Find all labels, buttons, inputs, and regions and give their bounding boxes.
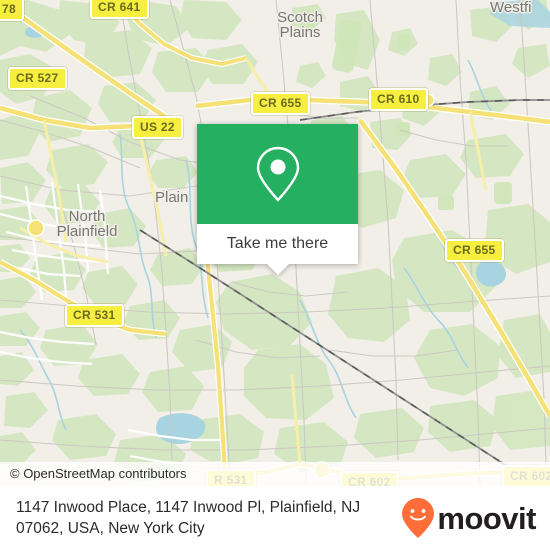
location-pin-icon (256, 146, 299, 202)
moovit-wordmark: moovit (437, 500, 536, 536)
route-shield-cr-527[interactable]: CR 527 (8, 67, 67, 90)
route-shield-cr-641[interactable]: CR 641 (90, 0, 149, 19)
address-text: 1147 Inwood Place, 1147 Inwood Pl, Plain… (16, 499, 361, 537)
popup-image-panel (197, 124, 358, 224)
popup-action-panel[interactable]: Take me there (197, 224, 358, 275)
map-canvas[interactable]: Scotch Plains Westfi North Plainfield Pl… (0, 0, 550, 486)
route-shield-cr-531-west[interactable]: CR 531 (65, 304, 124, 327)
osm-attribution[interactable]: © OpenStreetMap contributors (0, 462, 550, 486)
route-shield-us-22[interactable]: US 22 (132, 116, 183, 139)
take-me-there-label: Take me there (226, 235, 329, 252)
popup-pointer-tail (266, 264, 289, 275)
route-shield-78[interactable]: 78 (0, 0, 24, 21)
route-shield-cr-610[interactable]: CR 610 (369, 88, 428, 111)
footer-bar: 1147 Inwood Place, 1147 Inwood Pl, Plain… (0, 486, 550, 550)
route-shield-cr-655-north[interactable]: CR 655 (251, 92, 310, 115)
moovit-logo[interactable]: moovit (401, 497, 536, 539)
moovit-pin-icon (402, 498, 435, 538)
destination-popup-card[interactable]: Take me there (197, 124, 358, 275)
route-shield-cr-655-east[interactable]: CR 655 (445, 239, 504, 262)
